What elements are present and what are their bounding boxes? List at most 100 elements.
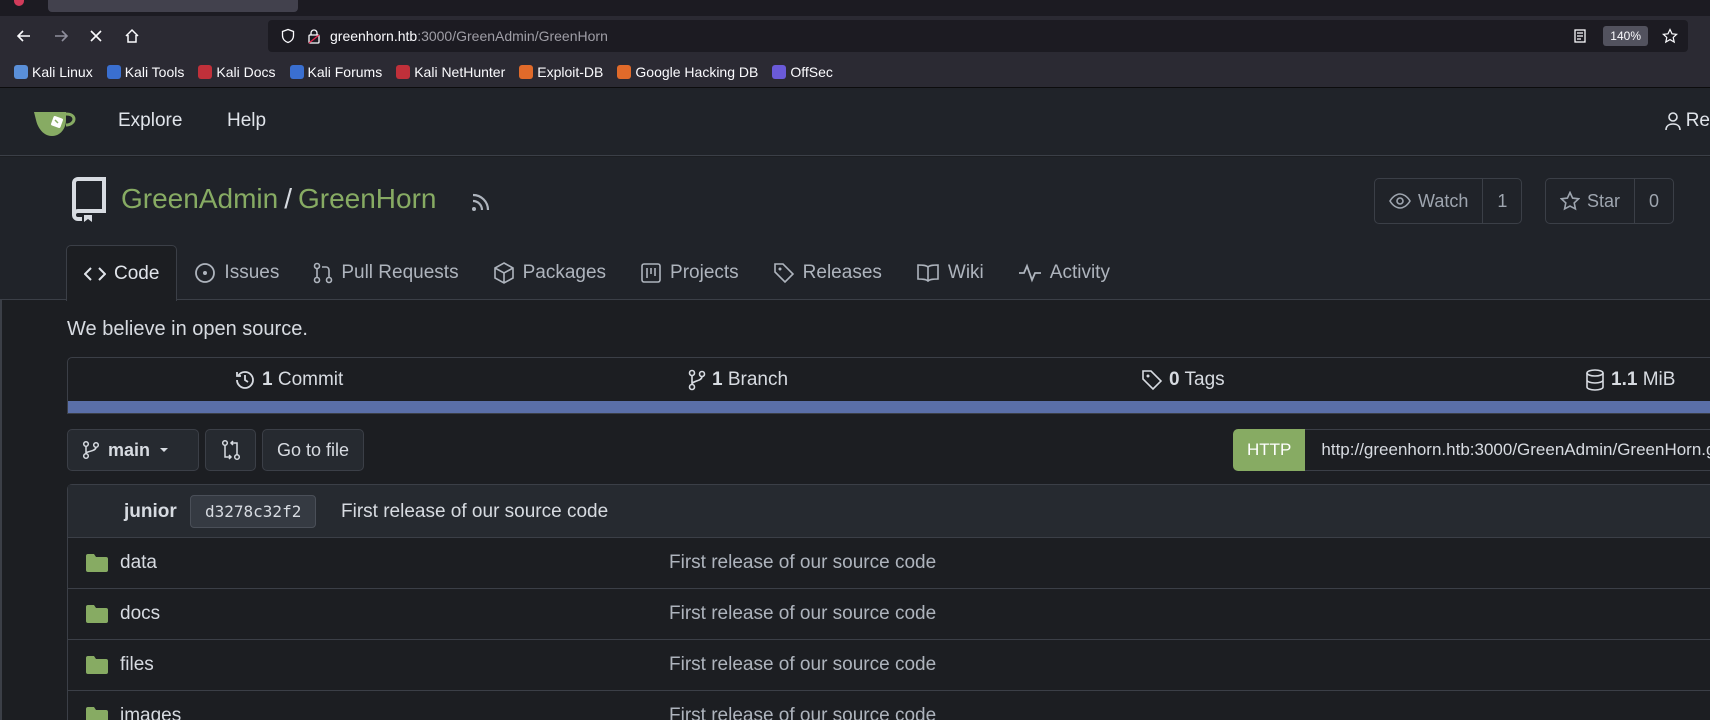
commits-stat[interactable]: 1 Commit (234, 369, 343, 391)
bookmark-exploit-db[interactable]: Exploit-DB (519, 64, 603, 80)
repo-icon (71, 177, 106, 222)
star-bookmark-icon[interactable] (1662, 28, 1678, 44)
file-commit-message[interactable]: First release of our source code (669, 552, 936, 574)
code-icon (84, 266, 106, 281)
tag-icon (773, 262, 794, 283)
bookmark-label: Google Hacking DB (635, 63, 759, 80)
file-commit-message[interactable]: First release of our source code (669, 654, 936, 676)
clone-panel: HTTP http://greenhorn.htb:3000/GreenAdmi… (1233, 429, 1710, 471)
bookmark-kali-nethunter[interactable]: Kali NetHunter (396, 64, 505, 80)
lock-icon[interactable] (306, 28, 322, 44)
file-commit-message[interactable]: First release of our source code (669, 705, 936, 720)
folder-icon (86, 605, 108, 623)
bookmark-label: Kali Docs (216, 63, 276, 80)
bookmark-google-hacking-db[interactable]: Google Hacking DB (617, 64, 758, 80)
kali-tools-icon (106, 64, 121, 79)
home-button[interactable] (120, 24, 144, 48)
eye-icon (1389, 193, 1411, 209)
bookmark-kali-forums[interactable]: Kali Forums (289, 64, 382, 80)
commit-author[interactable]: junior (124, 501, 177, 523)
bookmark-kali-linux[interactable]: Kali Linux (14, 64, 93, 80)
book-icon (917, 263, 939, 282)
bookmark-offsec[interactable]: OffSec (772, 64, 833, 80)
current-branch-name: main (108, 439, 151, 460)
exploit-db-icon (519, 64, 534, 79)
url-text[interactable]: greenhorn.htb:3000/GreenAdmin/GreenHorn (330, 28, 608, 44)
file-commit-message[interactable]: First release of our source code (669, 603, 936, 625)
browser-tab-active[interactable] (48, 0, 298, 12)
tab-packages[interactable]: Packages (476, 245, 623, 300)
file-name[interactable]: images (120, 705, 181, 720)
tab-label: Issues (224, 261, 280, 283)
close-icon (90, 30, 102, 42)
person-icon (1664, 112, 1681, 131)
file-row-data[interactable]: data First release of our source code (68, 538, 1710, 589)
bookmark-kali-docs[interactable]: Kali Docs (198, 63, 276, 80)
repo-owner-link[interactable]: GreenAdmin (121, 183, 278, 215)
tags-label: Tags (1184, 369, 1225, 390)
file-row-files[interactable]: files First release of our source code (68, 640, 1710, 691)
repo-stats-bar: 1 Commit 1 Branch 0 Tags 1.1 MiB (67, 357, 1710, 414)
caret-down-icon (160, 448, 169, 452)
tab-pull-requests[interactable]: Pull Requests (296, 245, 475, 300)
rss-feed-link[interactable] (470, 191, 492, 217)
browser-toolbar: greenhorn.htb:3000/GreenAdmin/GreenHorn … (0, 16, 1710, 56)
repo-title-separator: / (284, 183, 292, 214)
tab-code[interactable]: Code (66, 245, 178, 301)
kali-forums-icon (289, 64, 304, 79)
register-label: Re (1685, 110, 1710, 131)
stop-button[interactable] (84, 24, 108, 48)
file-row-docs[interactable]: docs First release of our source code (68, 589, 1710, 640)
compare-button[interactable] (205, 429, 256, 471)
zoom-level-indicator[interactable]: 140% (1603, 26, 1648, 46)
bookmark-kali-tools[interactable]: Kali Tools (106, 64, 184, 80)
tab-label: Pull Requests (341, 261, 459, 283)
clone-url-input[interactable]: http://greenhorn.htb:3000/GreenAdmin/Gre… (1305, 429, 1710, 471)
watch-count[interactable]: 1 (1482, 179, 1521, 223)
watch-button-group: Watch 1 (1374, 178, 1523, 224)
commit-sha-button[interactable]: d3278c32f2 (190, 495, 317, 528)
nav-explore[interactable]: Explore (118, 110, 182, 132)
star-button-group: Star 0 (1545, 178, 1675, 224)
go-to-file-label: Go to file (277, 439, 350, 460)
file-row-images[interactable]: images First release of our source code (68, 691, 1710, 720)
kali-docs-icon (198, 64, 213, 79)
kali-dragon-icon (14, 64, 28, 79)
reader-view-icon[interactable] (1572, 28, 1588, 44)
branches-stat[interactable]: 1 Branch (688, 369, 788, 391)
file-name[interactable]: docs (120, 603, 160, 625)
star-button[interactable]: Star (1546, 179, 1634, 223)
shield-icon[interactable] (280, 28, 296, 44)
tab-activity[interactable]: Activity (1001, 245, 1127, 300)
go-to-file-button[interactable]: Go to file (262, 429, 365, 471)
star-count[interactable]: 0 (1634, 179, 1673, 223)
url-host: greenhorn.htb (330, 28, 418, 44)
gitea-logo[interactable] (32, 106, 76, 142)
watch-button[interactable]: Watch (1375, 179, 1482, 223)
back-button[interactable] (12, 24, 36, 48)
forward-button[interactable] (49, 24, 73, 48)
database-icon (1586, 369, 1604, 391)
branch-selector[interactable]: main (67, 429, 199, 471)
tags-stat[interactable]: 0 Tags (1141, 369, 1225, 391)
repo-name-link[interactable]: GreenHorn (298, 183, 437, 215)
register-link[interactable]: Re (1664, 110, 1710, 132)
tab-label: Projects (670, 261, 739, 283)
tab-issues[interactable]: Issues (177, 245, 296, 300)
size-stat: 1.1 MiB (1585, 369, 1675, 391)
file-name[interactable]: files (120, 654, 154, 676)
address-bar[interactable]: greenhorn.htb:3000/GreenAdmin/GreenHorn … (268, 20, 1688, 52)
commits-count: 1 (262, 369, 273, 390)
nav-help[interactable]: Help (227, 110, 266, 132)
file-name[interactable]: data (120, 552, 157, 574)
ghdb-icon (617, 64, 632, 79)
bookmark-label: Kali NetHunter (414, 63, 506, 80)
commit-message[interactable]: First release of our source code (341, 501, 608, 523)
language-stats-bar[interactable] (68, 401, 1710, 413)
tab-releases[interactable]: Releases (756, 245, 899, 300)
star-label: Star (1587, 190, 1621, 211)
firefox-icon (14, 0, 24, 6)
clone-protocol-http-button[interactable]: HTTP (1233, 429, 1306, 471)
tab-projects[interactable]: Projects (623, 245, 756, 300)
tab-wiki[interactable]: Wiki (899, 245, 1001, 300)
